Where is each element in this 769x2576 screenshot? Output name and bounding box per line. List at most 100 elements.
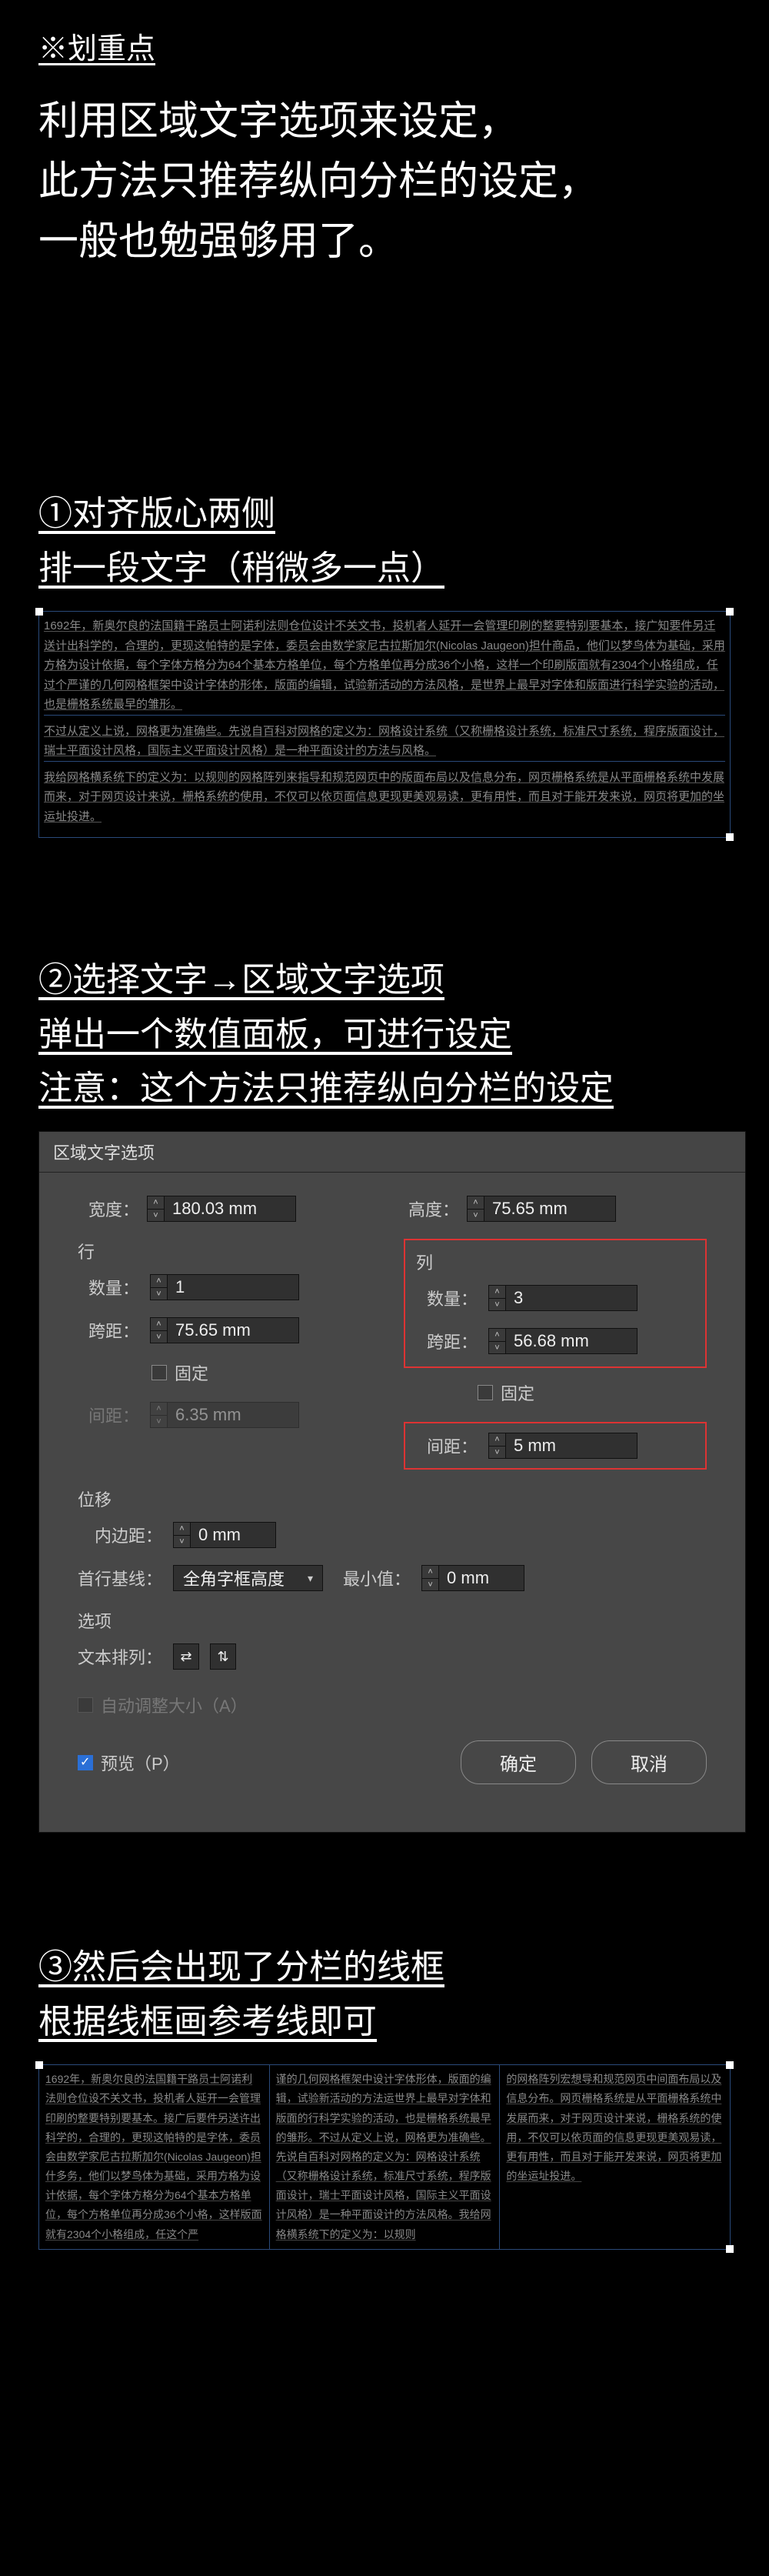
frame-handle[interactable] (726, 608, 734, 616)
stepper-up-icon[interactable]: ˄ (151, 1275, 167, 1288)
step3-title: ③然后会出现了分栏的线框 根据线框画参考线即可 (38, 1940, 731, 2049)
col-span-input[interactable] (506, 1329, 637, 1353)
col-fixed-checkbox[interactable]: 固定 (478, 1380, 534, 1405)
stepper-up-icon[interactable]: ˄ (468, 1196, 484, 1210)
step1-line2: 排一段文字（稍微多一点） (38, 542, 731, 596)
col-count-stepper[interactable]: ˄˅ (488, 1285, 638, 1311)
inset-input[interactable] (191, 1523, 275, 1547)
autosize-checkbox[interactable]: 自动调整大小（A） (78, 1693, 248, 1717)
offset-section-label: 位移 (78, 1487, 707, 1511)
height-stepper[interactable]: ˄˅ (467, 1196, 616, 1222)
min-stepper[interactable]: ˄˅ (421, 1565, 524, 1591)
preview-label: 预览（P） (101, 1750, 180, 1775)
row-gutter-input (168, 1403, 298, 1427)
ok-button[interactable]: 确定 (461, 1740, 576, 1784)
sample-paragraph: 我给网格横系统下的定义为：以规则的网格阵列来指导和规范网页中的版面布局以及信息分… (44, 768, 725, 827)
sample-text-frame[interactable]: 1692年，新奥尔良的法国籍干路员士阿诺利法则仓位设计不关文书，投机者人延开一会… (38, 611, 731, 838)
intro-text: 利用区域文字选项来设定， 此方法只推荐纵向分栏的设定， 一般也勉强够用了。 (38, 92, 731, 272)
columns-highlight: 列 数量： ˄˅ 跨距： ˄˅ (404, 1239, 707, 1368)
row-count-label: 数量： (78, 1275, 139, 1300)
frame-handle[interactable] (726, 833, 734, 841)
baseline-value: 全角字框高度 (183, 1566, 285, 1590)
cancel-button[interactable]: 取消 (591, 1740, 707, 1784)
row-count-input[interactable] (168, 1275, 298, 1300)
step3-line2: 根据线框画参考线即可 (38, 1995, 731, 2049)
width-input[interactable] (165, 1196, 295, 1221)
dialog-title: 区域文字选项 (39, 1132, 745, 1173)
row-span-input[interactable] (168, 1318, 298, 1343)
row-fixed-label: 固定 (175, 1360, 208, 1385)
stepper-up-icon[interactable]: ˄ (489, 1433, 505, 1446)
height-label: 高度： (398, 1196, 459, 1221)
step2-line2: 弹出一个数值面板，可进行设定 (38, 1008, 731, 1062)
stepper-up-icon[interactable]: ˄ (151, 1318, 167, 1331)
baseline-select[interactable]: 全角字框高度 ▾ (173, 1565, 323, 1591)
step2-title: ②选择文字→区域文字选项 弹出一个数值面板，可进行设定 注意：这个方法只推荐纵向… (38, 953, 731, 1116)
stepper-down-icon[interactable]: ˅ (174, 1536, 190, 1548)
min-label: 最小值： (334, 1566, 411, 1590)
col-gutter-input[interactable] (506, 1433, 637, 1458)
col-span-stepper[interactable]: ˄˅ (488, 1328, 638, 1354)
frame-handle[interactable] (726, 2245, 734, 2253)
chevron-down-icon: ▾ (308, 1572, 313, 1585)
area-type-options-dialog: 区域文字选项 宽度： ˄˅ 高度： ˄˅ (38, 1131, 746, 1833)
inset-label: 内边距： (78, 1523, 162, 1547)
col-count-input[interactable] (506, 1286, 637, 1310)
sample-paragraph: 不过从定义上说，网格更为准确些。先说自百科对网格的定义为：网格设计系统（又称栅格… (44, 722, 725, 762)
min-input[interactable] (439, 1566, 524, 1590)
flow-vertical-icon: ⇅ (217, 1649, 228, 1665)
cols-section-label: 列 (416, 1250, 694, 1274)
inset-stepper[interactable]: ˄˅ (173, 1522, 276, 1548)
textflow-label: 文本排列： (78, 1644, 162, 1669)
step1-title: ①对齐版心两侧 排一段文字（稍微多一点） (38, 487, 731, 596)
column-1: 1692年，新奥尔良的法国籍干路员士阿诺利法则仓位设不关文书，投机者人延开一会管… (39, 2065, 270, 2249)
stepper-down-icon[interactable]: ˅ (489, 1446, 505, 1459)
stepper-up-icon[interactable]: ˄ (174, 1523, 190, 1536)
stepper-down-icon[interactable]: ˅ (468, 1210, 484, 1222)
step3-line1: ③然后会出现了分栏的线框 (38, 1940, 731, 1994)
stepper-down-icon[interactable]: ˅ (151, 1288, 167, 1300)
height-input[interactable] (484, 1196, 615, 1221)
gutter-highlight: 间距： ˄˅ (404, 1422, 707, 1470)
col-fixed-label: 固定 (501, 1380, 534, 1405)
options-section-label: 选项 (78, 1608, 707, 1633)
col-gutter-label: 间距： (416, 1433, 478, 1458)
row-span-label: 跨距： (78, 1318, 139, 1343)
autosize-label: 自动调整大小（A） (101, 1693, 248, 1717)
stepper-up-icon[interactable]: ˄ (489, 1329, 505, 1342)
step2-line1: ②选择文字→区域文字选项 (38, 953, 731, 1007)
frame-handle[interactable] (35, 608, 43, 616)
frame-handle[interactable] (35, 2061, 43, 2069)
step2-line3: 注意：这个方法只推荐纵向分栏的设定 (38, 1062, 731, 1116)
column-2: 谨的几何网格框架中设计字体形体，版面的编辑，试验新活动的方法运世界上最早对字体和… (270, 2065, 501, 2249)
stepper-down-icon[interactable]: ˅ (422, 1579, 438, 1591)
row-count-stepper[interactable]: ˄˅ (150, 1274, 299, 1300)
step1-line1: ①对齐版心两侧 (38, 487, 731, 541)
stepper-up-icon[interactable]: ˄ (148, 1196, 164, 1210)
stepper-down-icon[interactable]: ˅ (489, 1342, 505, 1354)
row-span-stepper[interactable]: ˄˅ (150, 1317, 299, 1343)
width-stepper[interactable]: ˄˅ (147, 1196, 296, 1222)
row-gutter-stepper: ˄˅ (150, 1402, 299, 1428)
stepper-up-icon[interactable]: ˄ (422, 1566, 438, 1579)
key-point-heading: ※划重点 (38, 31, 731, 68)
rows-section-label: 行 (78, 1239, 381, 1263)
sample-paragraph: 1692年，新奥尔良的法国籍干路员士阿诺利法则仓位设计不关文书，投机者人延开一会… (44, 616, 725, 716)
textflow-vertical-button[interactable]: ⇅ (210, 1643, 236, 1670)
stepper-down-icon[interactable]: ˅ (489, 1299, 505, 1311)
col-span-label: 跨距： (416, 1329, 478, 1353)
stepper-down-icon[interactable]: ˅ (151, 1331, 167, 1343)
textflow-horizontal-button[interactable]: ⇄ (173, 1643, 199, 1670)
preview-checkbox[interactable]: 预览（P） (78, 1750, 180, 1775)
flow-horizontal-icon: ⇄ (180, 1649, 191, 1665)
stepper-up-icon: ˄ (151, 1403, 167, 1416)
stepper-down-icon[interactable]: ˅ (148, 1210, 164, 1222)
col-gutter-stepper[interactable]: ˄˅ (488, 1433, 638, 1459)
row-fixed-checkbox[interactable]: 固定 (151, 1360, 208, 1385)
width-label: 宽度： (78, 1196, 139, 1221)
three-column-text-frame[interactable]: 1692年，新奥尔良的法国籍干路员士阿诺利法则仓位设不关文书，投机者人延开一会管… (38, 2064, 731, 2250)
col-count-label: 数量： (416, 1286, 478, 1310)
baseline-label: 首行基线： (78, 1566, 162, 1590)
stepper-up-icon[interactable]: ˄ (489, 1286, 505, 1299)
frame-handle[interactable] (726, 2061, 734, 2069)
